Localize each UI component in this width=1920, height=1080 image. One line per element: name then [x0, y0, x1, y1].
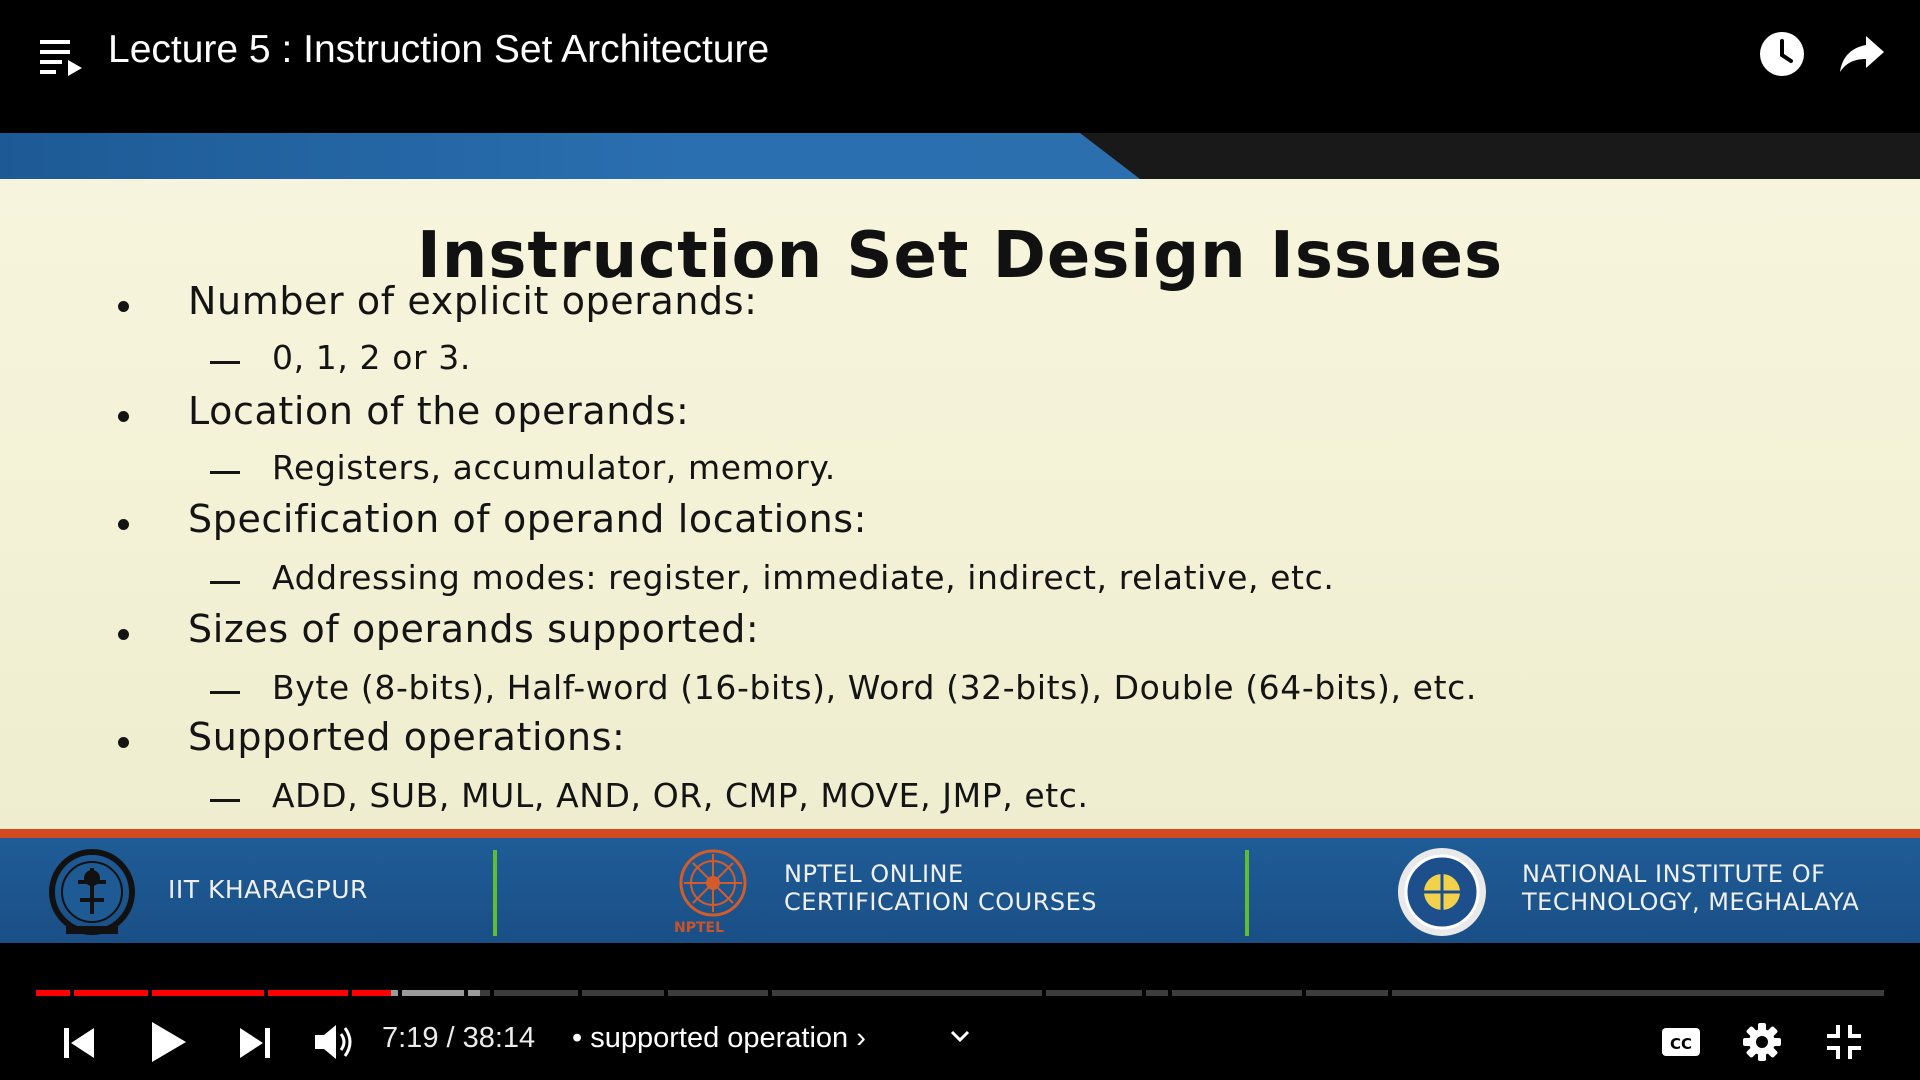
slide-body: Instruction Set Design Issues Number of … [0, 179, 1920, 829]
sub-bullet-dash [210, 471, 240, 474]
sub-bullet-text: ADD, SUB, MUL, AND, OR, CMP, MOVE, JMP, … [272, 776, 1089, 815]
slide-footer: IIT KHARAGPUR NPTEL NPTEL ONLINE CERTIFI… [0, 838, 1920, 943]
chapter-marker [1388, 990, 1392, 996]
nptel-logo-caption: NPTEL [674, 920, 725, 936]
bullet-dot [118, 411, 129, 422]
bullet-dot [118, 519, 129, 530]
next-icon[interactable] [234, 1024, 274, 1062]
exit-fullscreen-icon[interactable] [1824, 1022, 1864, 1062]
sub-bullet-dash [210, 799, 240, 802]
chevron-down-icon[interactable] [948, 1026, 972, 1046]
chapter-marker [490, 990, 494, 996]
volume-icon[interactable] [312, 1022, 358, 1062]
chapter-marker [464, 990, 468, 996]
chapter-marker [1042, 990, 1046, 996]
svg-text:CC: CC [1670, 1035, 1692, 1053]
bullet-list: Number of explicit operands: 0, 1, 2 or … [0, 179, 1920, 829]
bullet-dot [118, 301, 129, 312]
sub-bullet-dash [210, 691, 240, 694]
chapter-marker [1142, 990, 1146, 996]
footer-right-line1: NATIONAL INSTITUTE OF [1522, 860, 1826, 888]
footer-left-text: IIT KHARAGPUR [168, 875, 368, 904]
settings-icon[interactable] [1742, 1022, 1782, 1062]
bullet-dot [118, 737, 129, 748]
bullet-text: Sizes of operands supported: [188, 607, 760, 651]
share-icon[interactable] [1838, 32, 1886, 76]
bullet-text: Supported operations: [188, 715, 626, 759]
chapter-marker [1302, 990, 1306, 996]
bullet-text: Location of the operands: [188, 389, 690, 433]
video-title[interactable]: Lecture 5 : Instruction Set Architecture [108, 28, 769, 72]
chapter-marker [664, 990, 668, 996]
watch-later-icon[interactable] [1758, 30, 1806, 78]
footer-center-line2: CERTIFICATION COURSES [784, 888, 1098, 916]
playlist-icon[interactable] [38, 36, 84, 80]
chapter-marker [398, 990, 402, 996]
progress-bar[interactable] [36, 990, 1884, 996]
nit-meghalaya-logo [1398, 848, 1486, 936]
slide-footer-accent-line [0, 829, 1920, 838]
video-frame[interactable]: Instruction Set Design Issues Number of … [0, 133, 1920, 943]
footer-right-line2: TECHNOLOGY, MEGHALAYA [1522, 888, 1860, 916]
chapter-marker [70, 990, 74, 996]
sub-bullet-text: Addressing modes: register, immediate, i… [272, 558, 1335, 597]
slide-header-bar [0, 133, 1140, 179]
play-icon[interactable] [148, 1020, 188, 1064]
footer-center-line1: NPTEL ONLINE [784, 860, 964, 888]
sub-bullet-dash [210, 581, 240, 584]
bullet-text: Specification of operand locations: [188, 497, 868, 541]
footer-divider [1245, 850, 1249, 936]
bullet-text: Number of explicit operands: [188, 279, 758, 323]
footer-divider [493, 850, 497, 936]
chapter-marker [578, 990, 582, 996]
bullet-dot [118, 629, 129, 640]
captions-icon[interactable]: CC [1660, 1024, 1702, 1060]
chapter-marker [768, 990, 772, 996]
chapter-marker [1168, 990, 1172, 996]
chapter-marker [148, 990, 152, 996]
previous-icon[interactable] [60, 1024, 100, 1062]
player-controls: 7:19 / 38:14 • supported operation › CC [0, 1010, 1920, 1080]
progress-played [36, 990, 391, 996]
time-display: 7:19 / 38:14 [382, 1022, 536, 1054]
nptel-logo [679, 849, 747, 917]
sub-bullet-text: 0, 1, 2 or 3. [272, 338, 471, 377]
iit-kharagpur-logo [49, 849, 135, 935]
sub-bullet-text: Byte (8-bits), Half-word (16-bits), Word… [272, 668, 1477, 707]
chapter-marker [348, 990, 352, 996]
chapter-title-button[interactable]: • supported operation › [572, 1022, 866, 1055]
chapter-marker [264, 990, 268, 996]
sub-bullet-dash [210, 361, 240, 364]
sub-bullet-text: Registers, accumulator, memory. [272, 448, 836, 487]
top-bar: Lecture 5 : Instruction Set Architecture [0, 0, 1920, 110]
